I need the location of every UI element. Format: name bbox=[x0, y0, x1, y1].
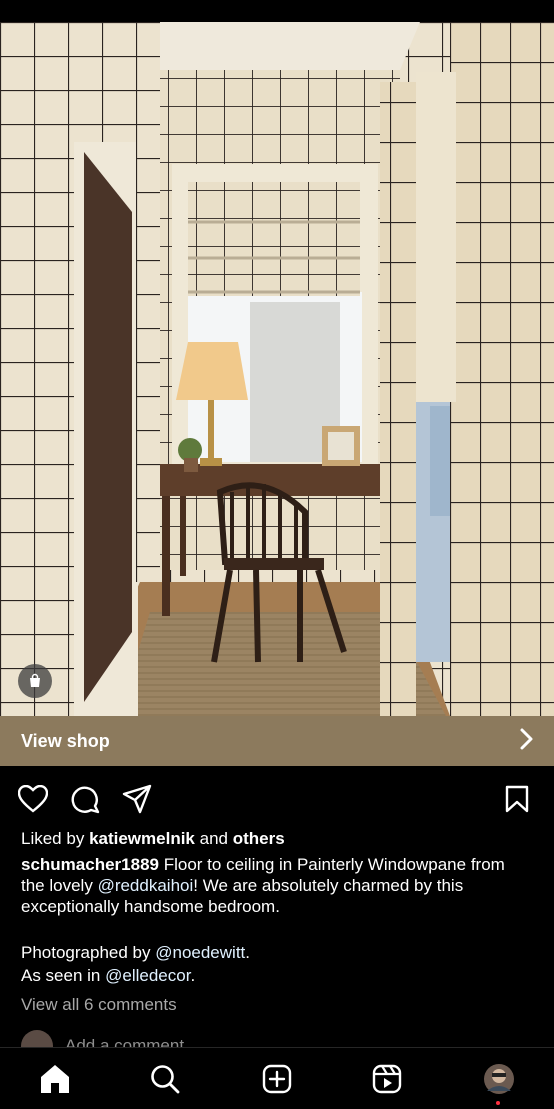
send-icon[interactable] bbox=[120, 782, 154, 816]
reels-icon[interactable] bbox=[370, 1062, 404, 1096]
post-image[interactable] bbox=[0, 22, 554, 716]
create-post-icon[interactable] bbox=[260, 1062, 294, 1096]
notification-dot bbox=[496, 1101, 500, 1105]
post-caption: schumacher1889 Floor to ceiling in Paint… bbox=[21, 854, 533, 917]
photographed-suffix: . bbox=[245, 943, 250, 962]
post-actions bbox=[0, 776, 554, 820]
liked-by-and: and bbox=[199, 829, 228, 848]
seen-in-line: As seen in @elledecor. bbox=[21, 965, 195, 986]
liked-by-others-link[interactable]: others bbox=[233, 829, 285, 848]
seen-suffix: . bbox=[190, 966, 196, 985]
avatar bbox=[21, 1030, 53, 1048]
seen-prefix: As seen in bbox=[21, 966, 101, 985]
likes-line: Liked by katiewmelnik and others bbox=[21, 829, 285, 849]
profile-avatar[interactable] bbox=[482, 1062, 516, 1096]
photo-credit-line: Photographed by @noedewitt. bbox=[21, 942, 250, 963]
view-shop-button[interactable]: View shop bbox=[0, 716, 554, 766]
heart-icon[interactable] bbox=[16, 782, 50, 816]
mention-link-elledecor[interactable]: @elledecor bbox=[105, 966, 190, 985]
chevron-right-icon bbox=[518, 727, 534, 756]
mention-link-noedewitt[interactable]: @noedewitt bbox=[155, 943, 245, 962]
mention-link-reddkaihoi[interactable]: @reddkaihoi bbox=[98, 876, 194, 895]
status-bar bbox=[0, 0, 554, 22]
liked-by-prefix: Liked by bbox=[21, 829, 85, 848]
comment-icon[interactable] bbox=[68, 782, 102, 816]
liked-by-user-link[interactable]: katiewmelnik bbox=[89, 829, 195, 848]
bottom-navigation bbox=[0, 1047, 554, 1109]
author-username[interactable]: schumacher1889 bbox=[21, 855, 159, 874]
shopping-bag-icon[interactable] bbox=[18, 664, 52, 698]
search-icon[interactable] bbox=[148, 1062, 182, 1096]
bookmark-icon[interactable] bbox=[500, 782, 534, 816]
view-shop-label: View shop bbox=[21, 730, 110, 751]
photographed-prefix: Photographed by bbox=[21, 943, 151, 962]
add-comment-field[interactable]: Add a comment... bbox=[21, 1028, 533, 1048]
home-icon[interactable] bbox=[38, 1062, 72, 1096]
view-all-comments-link[interactable]: View all 6 comments bbox=[21, 995, 177, 1015]
